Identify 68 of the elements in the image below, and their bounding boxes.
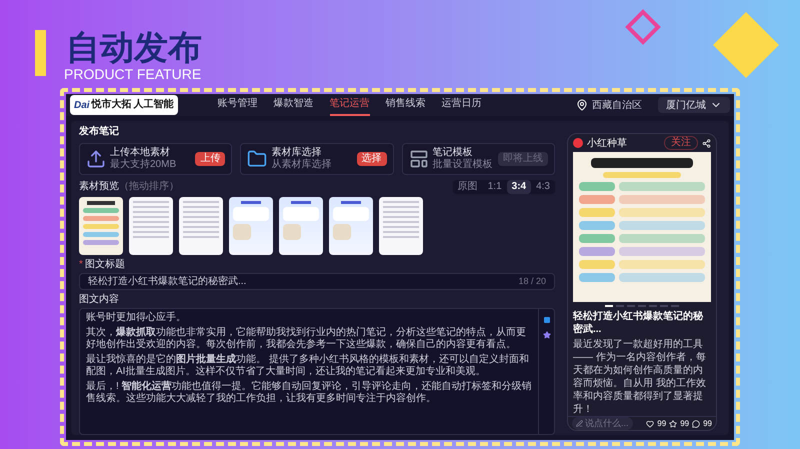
note-title: 轻松打造小红书爆款笔记的秘密武...	[572, 310, 704, 336]
preview-hint: （拖动排序）	[119, 181, 179, 193]
folder-icon	[247, 149, 268, 169]
source-title: 素材库选择	[271, 147, 322, 158]
comment-count: 99	[703, 418, 712, 430]
source-title: 上传本地素材	[110, 147, 171, 158]
ratio-tab[interactable]: 原图	[452, 180, 483, 194]
share-icon[interactable]	[702, 138, 711, 148]
thumbnail-image[interactable]	[329, 197, 373, 255]
avatar-icon	[573, 138, 583, 148]
like-count: 99	[657, 418, 666, 430]
ratio-tab[interactable]: 3:4	[506, 180, 532, 194]
location-icon	[576, 99, 588, 111]
source-hint: 最大支持20MB	[110, 159, 176, 171]
thumbnail-image[interactable]	[379, 197, 423, 255]
content-paragraph: 其次，爆款抓取功能也非常实用，它能帮助我找到行业内的热门笔记，分析这些笔记的特点，从而更好地创作出受欢迎的内容。每次创作前，我都会先参考一下这些爆款，确保自己的内容更有看点。	[86, 327, 527, 351]
pen-icon	[576, 420, 583, 427]
content-paragraph: 账号时更加得心应手。	[86, 312, 187, 324]
source-title: 笔记模板	[432, 147, 474, 158]
favorite-count: 99	[680, 418, 690, 430]
source-hint: 从素材库选择	[271, 159, 332, 171]
source-button[interactable]: 上传	[195, 152, 226, 166]
panel-title: 发布笔记	[79, 125, 120, 139]
comment-icon[interactable]	[692, 420, 700, 428]
comment-placeholder: 说点什么...	[585, 416, 629, 430]
account-name: 小红种草	[587, 136, 627, 150]
content-textarea[interactable]	[79, 308, 555, 435]
nav-tab[interactable]: 账号管理	[218, 94, 258, 116]
char-counter: 18 / 20	[518, 274, 546, 288]
ratio-tab[interactable]: 4:3	[531, 180, 555, 194]
thumbnail-image[interactable]	[179, 197, 223, 255]
nav-tab[interactable]: 销售线索	[386, 94, 426, 116]
accent-bar	[35, 30, 46, 76]
logo-text: 人工智能	[134, 100, 174, 110]
diamond-icon	[713, 12, 779, 78]
logo-text: 悦市大拓	[92, 100, 132, 110]
source-hint: 批量设置模板	[432, 159, 493, 171]
field-label: 图文内容	[79, 294, 120, 306]
template-icon	[408, 149, 429, 169]
diamond-outline-icon	[625, 9, 661, 45]
location-text[interactable]: 西藏自治区	[592, 98, 642, 112]
required-mark: *	[79, 259, 83, 271]
ratio-tab[interactable]: 1:1	[482, 180, 507, 194]
nav-tab[interactable]: 爆款智造	[274, 94, 314, 116]
content-paragraph: 最后，! 智能化运营功能也值得一提。它能够自动回复评论，引导评论走向，还能自动打标签和分级销售线索。这些功能大大减轻了我的工作负担，让我有更多时间专注于内容创作。	[86, 381, 532, 405]
preview-label: 素材预览	[79, 181, 119, 193]
thumbnail-image[interactable]	[129, 197, 173, 255]
thumbnail-image[interactable]	[279, 197, 323, 255]
field-label: 图文标题	[84, 259, 125, 271]
comment-input[interactable]: 说点什么...	[572, 417, 633, 430]
input-value: 轻松打造小红书爆款笔记的秘密武...	[88, 274, 246, 289]
follow-button[interactable]: 关注	[664, 136, 698, 150]
square-icon[interactable]	[544, 317, 550, 323]
account-dropdown[interactable]: 厦门亿城	[658, 97, 730, 113]
source-button[interactable]: 选择	[356, 152, 387, 166]
page-title: 自动发布	[66, 28, 202, 68]
star-icon[interactable]	[542, 331, 550, 339]
heart-icon[interactable]	[646, 420, 654, 428]
thumbnail-image[interactable]	[79, 197, 123, 255]
page-subtitle: PRODUCT FEATURE	[64, 66, 202, 82]
nav-tab[interactable]: 运营日历	[442, 94, 482, 116]
upload-icon	[86, 149, 106, 169]
thumbnail-image[interactable]	[229, 197, 273, 255]
logo-mark: Dai	[74, 98, 90, 112]
note-body: 最近发现了一款超好用的工具—— 作为一名内容创作者，每天都在为如何创作高质量的内容而烦恼。自从用 我的工作效率和内容质量都得到了显著提升！	[572, 338, 707, 416]
content-paragraph: 最让我惊喜的是它的图片批量生成功能。 提供了多种小红书风格的模板和素材，还可以自定义封面和配图，AI批量生成图片。这样不仅节省了大量时间，还让我的笔记看起来更加专业和美观。	[86, 354, 530, 378]
nav-tab[interactable]: 笔记运营	[330, 94, 370, 116]
title-input[interactable]: 轻松打造小红书爆款笔记的秘密武... 18 / 20	[79, 273, 555, 290]
